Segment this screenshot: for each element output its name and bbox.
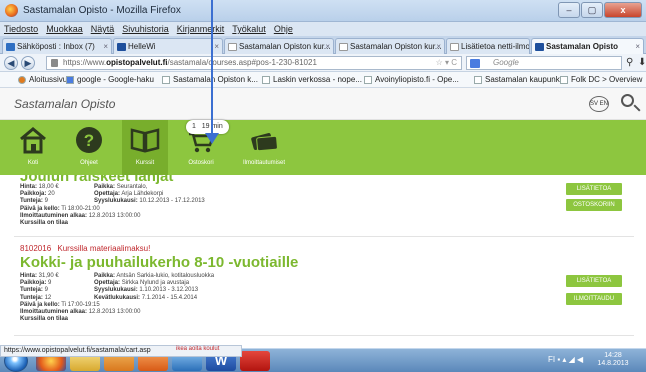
material-fee-notice: Kurssilla materiaalimaksu! — [57, 244, 151, 253]
site-header: Sastamalan Opisto SV EN — [0, 88, 646, 120]
page-icon — [162, 76, 170, 84]
menu-help[interactable]: Ohje — [274, 22, 293, 36]
clock[interactable]: 14:28 14.8.2013 — [588, 352, 638, 368]
firefox-icon — [5, 4, 18, 17]
menu-tools[interactable]: Työkalut — [232, 22, 266, 36]
google-icon — [66, 76, 74, 84]
site-name[interactable]: Sastamalan Opisto — [14, 97, 115, 111]
page-icon — [364, 76, 372, 84]
annotation-arrow — [211, 0, 213, 135]
page-icon — [262, 76, 270, 84]
cart-badge[interactable]: 1 19 min — [186, 120, 229, 134]
download-icon[interactable]: ⬇ — [638, 57, 646, 68]
language-icon[interactable]: SV EN — [589, 96, 609, 112]
main-navigation: Koti ? Ohjeet Kurssit Ostoskori Ilmoitta… — [0, 120, 646, 175]
search-input[interactable]: Google — [466, 56, 622, 70]
taskbar-pdf-icon[interactable] — [240, 351, 270, 371]
navigation-bar: ◀ ▶ https://www.opistopalvelut.fi/sastam… — [0, 54, 646, 72]
tab-sastamalan-opisto[interactable]: Sastamalan Opisto × — [531, 38, 644, 54]
h-logo-icon — [117, 43, 126, 51]
bookmark-item[interactable]: Folk DC > Overview — [560, 72, 642, 87]
status-overlap-text: ikea aoita koulut — [176, 346, 220, 352]
course-title[interactable]: Kokki- ja puuhailukerho 8-10 -vuotiaille — [20, 254, 298, 271]
page-icon — [560, 76, 568, 84]
register-button[interactable]: ILMOITTAUDU — [566, 293, 622, 305]
url-bar[interactable]: https://www.opistopalvelut.fi/sastamala/… — [46, 56, 462, 70]
add-to-cart-button[interactable]: OSTOSKORIIN — [566, 199, 622, 211]
divider — [14, 236, 634, 237]
bookmark-item[interactable]: Laskin verkossa - nope... — [262, 72, 362, 87]
tab-lisatietoa[interactable]: Lisätietoa netti-ilmoitta... — [446, 38, 530, 54]
nav-home[interactable]: Koti — [10, 120, 56, 175]
tab-bar: Sähköposti : Inbox (7) × HelleWi × Sastama… — [0, 36, 646, 54]
close-button[interactable]: x — [604, 2, 642, 18]
tab-close-icon[interactable]: × — [635, 39, 640, 54]
firefox-icon — [18, 76, 26, 84]
window-titlebar: Sastamalan Opisto - Mozilla Firefox – ▢ … — [0, 0, 646, 22]
back-button[interactable]: ◀ — [4, 56, 18, 70]
bookmarks-bar: Aloitussivu google - Google-haku Sastama… — [0, 72, 646, 88]
tab-course-1[interactable]: Sastamalan Opiston kur... × — [224, 38, 334, 54]
bookmark-item[interactable]: Avoinyliopisto.fi - Ope... — [364, 72, 459, 87]
course-code: 8102016 — [20, 244, 52, 253]
divider — [14, 335, 634, 336]
tab-close-icon[interactable]: × — [436, 39, 441, 54]
minimize-button[interactable]: – — [558, 2, 580, 18]
page-icon — [474, 76, 482, 84]
bookmark-item[interactable]: Sastamalan kaupunki — [474, 72, 562, 87]
tab-close-icon[interactable]: × — [325, 39, 330, 54]
tab-course-2[interactable]: Sastamalan Opiston kur... × — [335, 38, 445, 54]
nav-registrations[interactable]: Ilmoittautumiset — [236, 120, 292, 175]
course-code-line: 8102016 Kurssilla materiaalimaksu! — [20, 244, 150, 253]
nav-courses[interactable]: Kurssit — [122, 120, 168, 175]
forward-button[interactable]: ▶ — [21, 56, 35, 70]
tab-inbox[interactable]: Sähköposti : Inbox (7) × — [2, 38, 112, 54]
h-logo-icon — [535, 43, 544, 51]
book-icon — [130, 128, 160, 153]
google-icon — [470, 59, 480, 68]
lock-icon — [51, 59, 58, 67]
menu-bookmarks[interactable]: Kirjanmerkit — [177, 22, 225, 36]
bookmark-star-icon[interactable]: ☆ ▾ C — [436, 57, 457, 69]
system-tray[interactable]: FI ▪ ▴ ◢ ◀ — [548, 355, 583, 364]
tab-close-icon[interactable]: × — [214, 39, 219, 54]
menu-history[interactable]: Sivuhistoria — [122, 22, 169, 36]
home-icon — [20, 127, 46, 154]
more-info-button[interactable]: LISÄTIETOA — [566, 275, 622, 287]
mail-icon — [6, 43, 15, 51]
bookmark-item[interactable]: google - Google-haku — [66, 72, 154, 87]
menu-view[interactable]: Näytä — [91, 22, 115, 36]
menu-file[interactable]: Tiedosto — [4, 22, 38, 36]
bookmark-item[interactable]: Sastamalan Opiston k... — [162, 72, 258, 87]
page-icon — [228, 43, 237, 51]
menu-edit[interactable]: Muokkaa — [46, 22, 83, 36]
tickets-icon — [251, 133, 278, 152]
search-icon[interactable]: ⚲ — [626, 57, 633, 68]
svg-text:?: ? — [84, 131, 94, 150]
tab-close-icon[interactable]: × — [103, 39, 108, 54]
search-icon[interactable] — [621, 94, 634, 107]
page-icon — [339, 43, 348, 51]
maximize-button[interactable]: ▢ — [581, 2, 603, 18]
question-icon: ? — [76, 127, 102, 153]
page-icon — [450, 43, 459, 51]
menu-bar: Tiedosto Muokkaa Näytä Sivuhistoria Kirj… — [0, 22, 646, 36]
nav-help[interactable]: ? Ohjeet — [66, 120, 112, 175]
bookmark-item[interactable]: Aloitussivu — [18, 72, 67, 87]
course-list: Joulun räiskeet lahjat Hinta: 18,00 € Pa… — [0, 175, 646, 345]
window-title: Sastamalan Opisto - Mozilla Firefox — [23, 5, 181, 16]
tab-hellewi[interactable]: HelleWi × — [113, 38, 223, 54]
more-info-button[interactable]: LISÄTIETOA — [566, 183, 622, 195]
annotation-arrow-head — [205, 133, 219, 144]
